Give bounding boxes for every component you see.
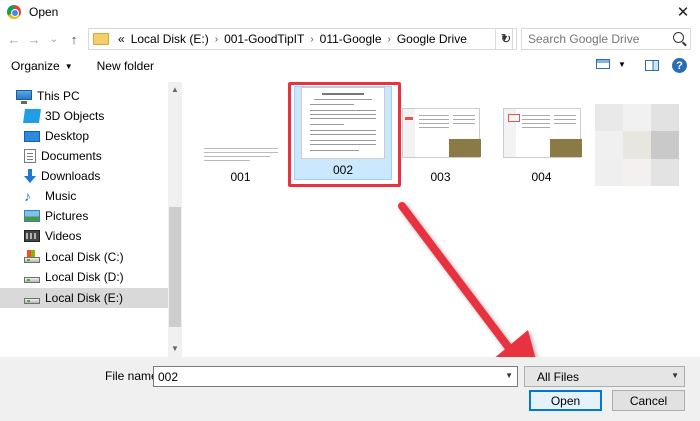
sidebar-item-pictures[interactable]: Pictures [0,206,168,226]
sidebar-item-label: Local Disk (C:) [45,250,124,264]
breadcrumb-google-drive[interactable]: Google Drive [397,32,467,46]
videos-icon [24,230,40,242]
cancel-button[interactable]: Cancel [612,390,685,411]
drive-icon [24,298,40,304]
downloads-icon [24,169,36,183]
sidebar-item-label: Videos [45,229,82,243]
breadcrumb-google[interactable]: 011-Google [320,32,382,46]
drive-icon [24,277,40,283]
sidebar-item-local-disk-e[interactable]: Local Disk (E:) [0,288,168,308]
new-folder-button[interactable]: New folder [97,59,154,73]
file-thumbnail [402,108,481,158]
window-title: Open [29,5,59,19]
breadcrumb-separator-icon[interactable]: › [215,34,218,45]
search-input[interactable] [528,32,668,46]
3d-objects-icon [23,109,41,123]
music-icon: ♪ [24,188,31,204]
change-view-button[interactable]: ▼ [596,59,626,69]
sidebar-item-music[interactable]: ♪ Music [0,186,168,206]
command-toolbar: Organize ▼ New folder ▼ ? [0,54,700,78]
file-name: 002 [332,163,354,177]
sidebar-item-label: Desktop [45,129,90,143]
caret-down-icon: ▼ [618,59,626,69]
sidebar-item-3d-objects[interactable]: 3D Objects [0,106,168,126]
sidebar-item-label: 3D Objects [45,109,105,123]
close-icon[interactable]: ✕ [666,0,700,24]
chevron-down-icon[interactable]: ▼ [671,371,679,380]
preview-pane-icon[interactable] [645,60,659,71]
sidebar-item-label: Music [45,189,77,203]
chrome-icon [7,5,21,19]
breadcrumb-goodtipit[interactable]: 001-GoodTipIT [224,32,304,46]
recent-locations-chevron-icon[interactable]: ⌄ [44,28,64,50]
up-folder-icon[interactable]: ↑ [64,28,84,50]
caret-down-icon: ▼ [64,61,73,71]
file-dialog-footer: File name: ▼ All Files ▼ Open Cancel [0,357,700,421]
organize-button[interactable]: Organize ▼ [11,59,73,73]
forward-icon[interactable]: → [24,28,44,50]
file-name: 001 [230,170,251,184]
sidebar-item-documents[interactable]: Documents [0,146,168,166]
sidebar-item-label: Documents [41,149,102,163]
sidebar-scrollbar[interactable]: ▲ ▼ [168,82,182,357]
sidebar-item-downloads[interactable]: Downloads [0,166,168,186]
sidebar-item-label: This PC [37,89,80,103]
sidebar-item-desktop[interactable]: Desktop [0,126,168,146]
file-type-value: All Files [537,369,580,384]
documents-icon [24,149,36,163]
pc-icon [16,89,32,104]
organize-label: Organize [11,59,60,73]
breadcrumb-separator-icon[interactable]: › [388,34,391,45]
file-name-combobox[interactable]: ▼ [153,366,518,387]
file-thumbnail [202,144,280,166]
pictures-icon [24,210,40,222]
breadcrumb-separator-icon[interactable]: › [310,34,313,45]
back-icon[interactable]: ← [4,28,24,50]
folder-icon [93,33,109,45]
sidebar-item-label: Local Disk (D:) [45,270,124,284]
address-bar[interactable]: « Local Disk (E:) › 001-GoodTipIT › 011-… [88,28,513,50]
refresh-icon[interactable]: ↻ [495,28,517,50]
sidebar-item-this-pc[interactable]: This PC [0,86,168,106]
breadcrumb-local-disk-e[interactable]: Local Disk (E:) [131,32,209,46]
file-item-003[interactable]: 003 [398,90,483,184]
scroll-up-icon[interactable]: ▲ [171,85,179,94]
title-bar: Open ✕ [0,0,700,24]
sidebar-item-videos[interactable]: Videos [0,226,168,246]
file-name: 003 [430,170,451,184]
file-thumbnail [595,104,679,186]
scroll-down-icon[interactable]: ▼ [171,344,179,353]
chevron-down-icon[interactable]: ▼ [505,371,513,380]
sidebar-item-local-disk-d[interactable]: Local Disk (D:) [0,267,168,287]
help-icon[interactable]: ? [672,58,687,73]
sidebar-item-label: Pictures [45,209,89,223]
navigation-pane: This PC 3D Objects Desktop Documents Dow… [0,82,182,357]
file-item-002[interactable]: 002 [294,86,392,180]
sidebar-item-label: Downloads [41,169,101,183]
file-item-004[interactable]: 004 [499,90,584,184]
file-item-blurred[interactable] [595,104,680,188]
drive-icon [24,250,40,263]
file-item-001[interactable]: 001 [198,90,283,184]
file-thumbnail [301,87,385,159]
file-list: 001 002 003 004 [183,82,700,357]
search-box[interactable] [521,28,691,50]
desktop-icon [24,130,40,142]
file-name: 004 [531,170,552,184]
sidebar-item-local-disk-c[interactable]: Local Disk (C:) [0,247,168,267]
file-thumbnail [503,108,582,158]
scrollbar-thumb[interactable] [169,207,181,327]
open-button[interactable]: Open [529,390,602,411]
navigation-bar: ← → ⌄ ↑ « Local Disk (E:) › 001-GoodTipI… [0,26,700,52]
search-icon[interactable] [673,32,684,43]
file-type-select[interactable]: All Files ▼ [524,366,685,387]
breadcrumb-overflow[interactable]: « [118,32,125,46]
view-icon [596,59,610,69]
sidebar-item-label: Local Disk (E:) [45,291,124,305]
file-name-input[interactable] [154,369,494,384]
